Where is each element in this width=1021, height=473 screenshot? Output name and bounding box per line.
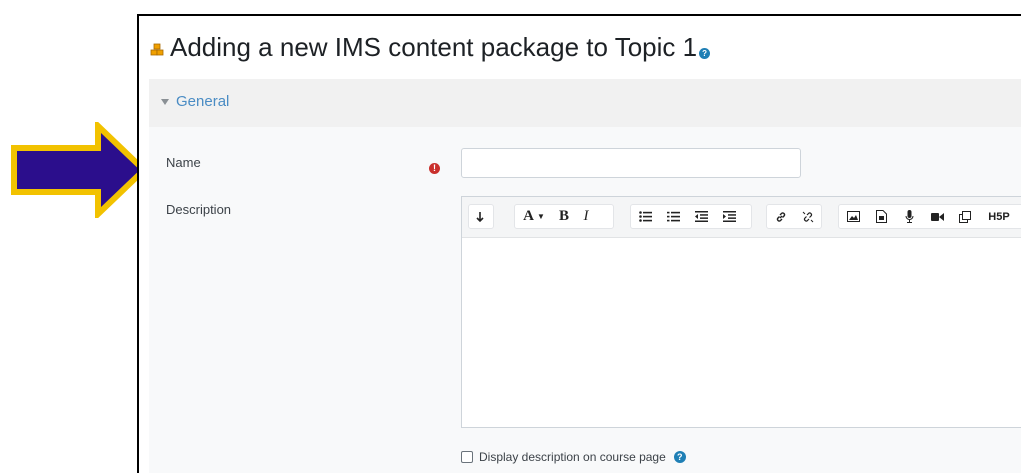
section-header: General [149,79,1021,127]
ordered-list-icon[interactable] [659,205,687,228]
media-icon[interactable] [867,205,895,228]
collapse-icon[interactable] [469,205,491,228]
toolbar-group-links [766,204,822,229]
description-textarea[interactable] [462,238,1021,428]
ims-package-icon [150,43,164,56]
toolbar-group-collapse [468,204,494,229]
help-icon[interactable]: ? [699,47,711,59]
unordered-list-icon[interactable] [631,205,659,228]
record-video-icon[interactable] [923,205,951,228]
caret-down-icon [161,98,169,105]
exclamation-circle-icon: ! [429,163,440,174]
toolbar-group-media: H5P [838,204,1021,229]
section-toggle-general[interactable]: General [161,93,229,110]
h5p-icon[interactable]: H5P [979,205,1019,228]
bold-icon[interactable]: B [553,205,575,228]
display-description-label[interactable]: Display description on course page [479,450,666,464]
description-label: Description [166,202,232,217]
display-description-row: Display description on course page ? [461,450,686,464]
font-color-icon[interactable]: A ▼ [515,205,553,228]
outdent-icon[interactable] [687,205,715,228]
toolbar-group-lists [630,204,752,229]
name-input[interactable] [461,148,801,178]
general-section: General Name ! Description A ▼ B I H5P D… [149,79,1021,473]
toolbar-group-text: A ▼ B I [514,204,614,229]
link-icon[interactable] [767,205,794,228]
unlink-icon[interactable] [794,205,821,228]
page-title: Adding a new IMS content package to Topi… [170,31,698,62]
image-icon[interactable] [839,205,867,228]
record-audio-icon[interactable] [895,205,923,228]
italic-icon[interactable]: I [575,205,597,228]
indent-icon[interactable] [715,205,743,228]
section-label: General [176,93,230,110]
form-frame: Adding a new IMS content package to Topi… [137,14,1021,473]
page-heading: Adding a new IMS content package to Topi… [150,30,711,64]
name-label: Name [166,155,201,170]
editor-toolbar: A ▼ B I H5P [462,197,1021,238]
description-editor: A ▼ B I H5P [461,196,1021,428]
help-icon[interactable]: ? [673,451,686,463]
manage-files-icon[interactable] [951,205,979,228]
annotation-arrow [10,118,150,222]
display-description-checkbox[interactable] [461,451,473,463]
